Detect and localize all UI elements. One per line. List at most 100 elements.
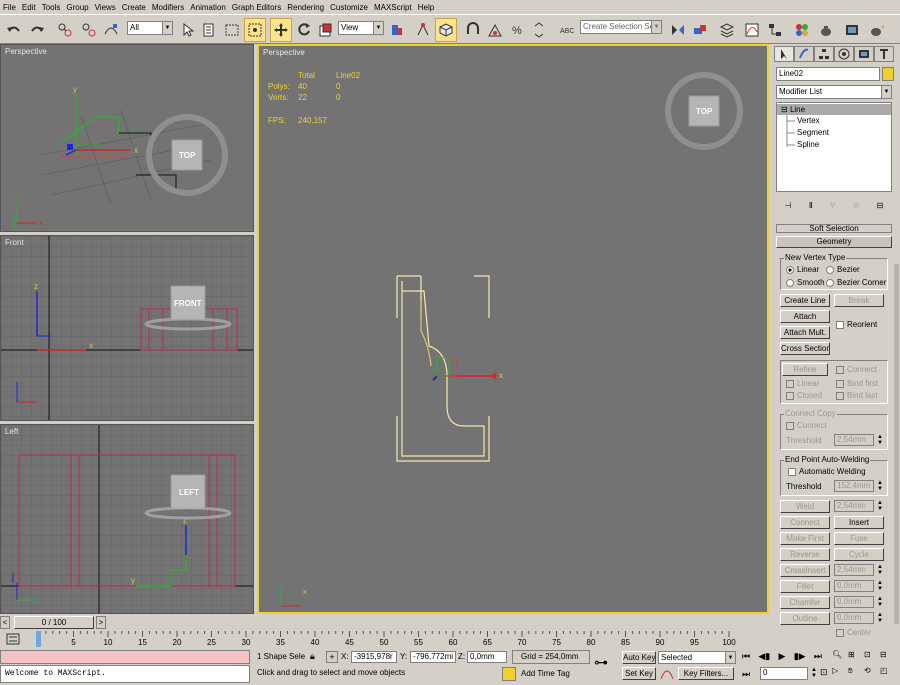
lock-icon[interactable]: 🔒︎: [310, 651, 322, 663]
unlink-button[interactable]: [78, 18, 100, 42]
menu-item-rendering[interactable]: Rendering: [287, 3, 324, 12]
object-color-swatch[interactable]: [882, 67, 894, 81]
reference-coordinate-dropdown[interactable]: View ▼: [338, 21, 384, 35]
viewport-perspective-small[interactable]: Perspective y x TOP xy: [0, 44, 254, 232]
next-frame-icon[interactable]: ▮▶: [794, 651, 806, 664]
maxscript-listener[interactable]: Welcome to MAXScript.: [0, 665, 250, 683]
motion-tab[interactable]: [834, 46, 854, 62]
view-cube[interactable]: TOP: [146, 114, 228, 196]
insert-button[interactable]: Insert: [834, 516, 884, 529]
chamfer-button[interactable]: Chamfer: [780, 596, 830, 609]
show-end-result-icon[interactable]: Ⅱ: [809, 201, 813, 210]
modifier-list-dropdown[interactable]: Modifier List ▼: [776, 85, 892, 99]
weld-button[interactable]: Weld: [780, 500, 830, 513]
rectangular-selection-button[interactable]: [221, 18, 243, 42]
view-cube[interactable]: TOP: [665, 72, 743, 150]
menu-item-group[interactable]: Group: [66, 3, 88, 12]
absolute-mode-transform-toggle[interactable]: +: [326, 651, 338, 663]
viewport-left[interactable]: Left z y LEFT: [0, 424, 254, 614]
window-crossing-button[interactable]: [244, 18, 266, 42]
time-configuration-icon[interactable]: ⊡: [820, 667, 828, 678]
go-to-end-icon[interactable]: ⏭: [814, 651, 822, 664]
bezier-radio[interactable]: Bezier: [826, 265, 860, 274]
y-coordinate-input[interactable]: -796,772mi: [410, 651, 456, 663]
field-of-view-icon[interactable]: ▷: [832, 666, 848, 682]
weld-threshold-input[interactable]: 2,54mm: [834, 500, 874, 512]
menu-item-help[interactable]: Help: [418, 3, 434, 12]
go-to-start-icon[interactable]: ⏮: [742, 651, 750, 664]
snaps-toggle-button[interactable]: [462, 18, 484, 42]
menu-item-customize[interactable]: Customize: [330, 3, 368, 12]
quick-render-button[interactable]: [866, 18, 888, 42]
object-name-input[interactable]: Line02: [776, 67, 880, 81]
pin-stack-icon[interactable]: ⊣: [785, 201, 792, 210]
refine-button[interactable]: Refine: [782, 363, 828, 376]
play-icon[interactable]: ▶: [779, 651, 786, 664]
make-unique-icon[interactable]: ∀: [830, 201, 835, 210]
menu-item-create[interactable]: Create: [122, 3, 146, 12]
stack-item-line[interactable]: ⊟ Line: [777, 104, 891, 115]
auto-key-button[interactable]: Auto Key: [622, 651, 656, 664]
pivot-point-button[interactable]: [386, 18, 408, 42]
reorient-checkbox[interactable]: Reorient: [836, 320, 877, 329]
cycle-button[interactable]: Cycle: [834, 548, 884, 561]
trackbar[interactable]: 0510152025303540455055606570758085909510…: [0, 631, 772, 648]
create-tab[interactable]: [774, 46, 794, 62]
open-mini-curve-editor-button[interactable]: [4, 632, 22, 646]
cross-section-button[interactable]: Cross Section: [780, 342, 830, 355]
rendered-frame-window-button[interactable]: [841, 18, 863, 42]
geometry-rollout[interactable]: Geometry: [776, 236, 892, 248]
align-button[interactable]: [689, 18, 711, 42]
keyboard-shortcut-override-button[interactable]: [435, 18, 457, 42]
bind-space-warp-button[interactable]: [100, 18, 122, 42]
layer-manager-button[interactable]: [716, 18, 738, 42]
spinner-arrows-icon[interactable]: ▲ ▼: [876, 500, 884, 512]
linear-checkbox[interactable]: Linear: [786, 379, 819, 388]
attach-mult-button[interactable]: Attach Mult.: [780, 326, 830, 339]
previous-frame-icon[interactable]: ◀▮: [758, 651, 770, 664]
select-object-button[interactable]: [177, 18, 199, 42]
fuse-button[interactable]: Fuse: [834, 532, 884, 545]
menu-item-file[interactable]: File: [3, 3, 16, 12]
panel-scrollbar[interactable]: [894, 264, 899, 624]
key-mode-toggle-icon[interactable]: ⏭: [742, 669, 750, 680]
zoom-extents-icon[interactable]: ⊡: [864, 650, 880, 666]
key-icon[interactable]: ⊶: [594, 654, 608, 671]
make-first-button[interactable]: Make First: [780, 532, 830, 545]
end-point-threshold-input[interactable]: 152,4mm: [834, 480, 874, 492]
refine-connect-checkbox[interactable]: Connect: [836, 365, 877, 374]
spinner-arrows-icon[interactable]: ▲ ▼: [810, 667, 818, 679]
outline-button[interactable]: Outline: [780, 612, 830, 625]
zoom-extents-all-icon[interactable]: ⊟: [880, 650, 896, 666]
chevron-left-icon[interactable]: <: [0, 616, 10, 629]
time-tag-icon[interactable]: [502, 667, 516, 681]
stack-item-segment[interactable]: Segment: [797, 128, 829, 137]
menu-item-animation[interactable]: Animation: [190, 3, 226, 12]
soft-selection-rollout[interactable]: Soft Selection: [776, 224, 892, 233]
schematic-view-button[interactable]: [764, 18, 786, 42]
stack-item-spline[interactable]: Spline: [797, 140, 819, 149]
render-setup-button[interactable]: [815, 18, 837, 42]
spinner-arrows-icon[interactable]: ▲ ▼: [876, 612, 884, 624]
select-and-link-button[interactable]: [54, 18, 76, 42]
stack-item-vertex[interactable]: Vertex: [797, 116, 820, 125]
spinner-arrows-icon[interactable]: ▲ ▼: [876, 580, 884, 592]
time-slider-thumb[interactable]: 0 / 100: [14, 616, 94, 629]
maximize-viewport-icon[interactable]: ◰: [880, 666, 896, 682]
bezier-corner-radio[interactable]: Bezier Corner: [826, 278, 886, 287]
center-checkbox[interactable]: Center: [836, 628, 871, 637]
curve-icon[interactable]: [660, 667, 674, 681]
menu-item-tools[interactable]: Tools: [42, 3, 61, 12]
set-key-button[interactable]: Set Key: [622, 667, 656, 680]
display-tab[interactable]: [854, 46, 874, 62]
modify-tab[interactable]: [794, 46, 814, 62]
menu-item-modifiers[interactable]: Modifiers: [152, 3, 184, 12]
outline-input[interactable]: 0,0mm: [834, 612, 874, 624]
zoom-icon[interactable]: 🔍︎: [832, 650, 848, 666]
chamfer-input[interactable]: 0,0mm: [834, 596, 874, 608]
spinner-arrows-icon[interactable]: ▲ ▼: [876, 480, 884, 492]
view-cube[interactable]: FRONT: [144, 285, 232, 331]
select-and-move-button[interactable]: [270, 18, 292, 42]
connect-button[interactable]: Connect: [780, 516, 830, 529]
current-time-marker[interactable]: [36, 631, 41, 647]
